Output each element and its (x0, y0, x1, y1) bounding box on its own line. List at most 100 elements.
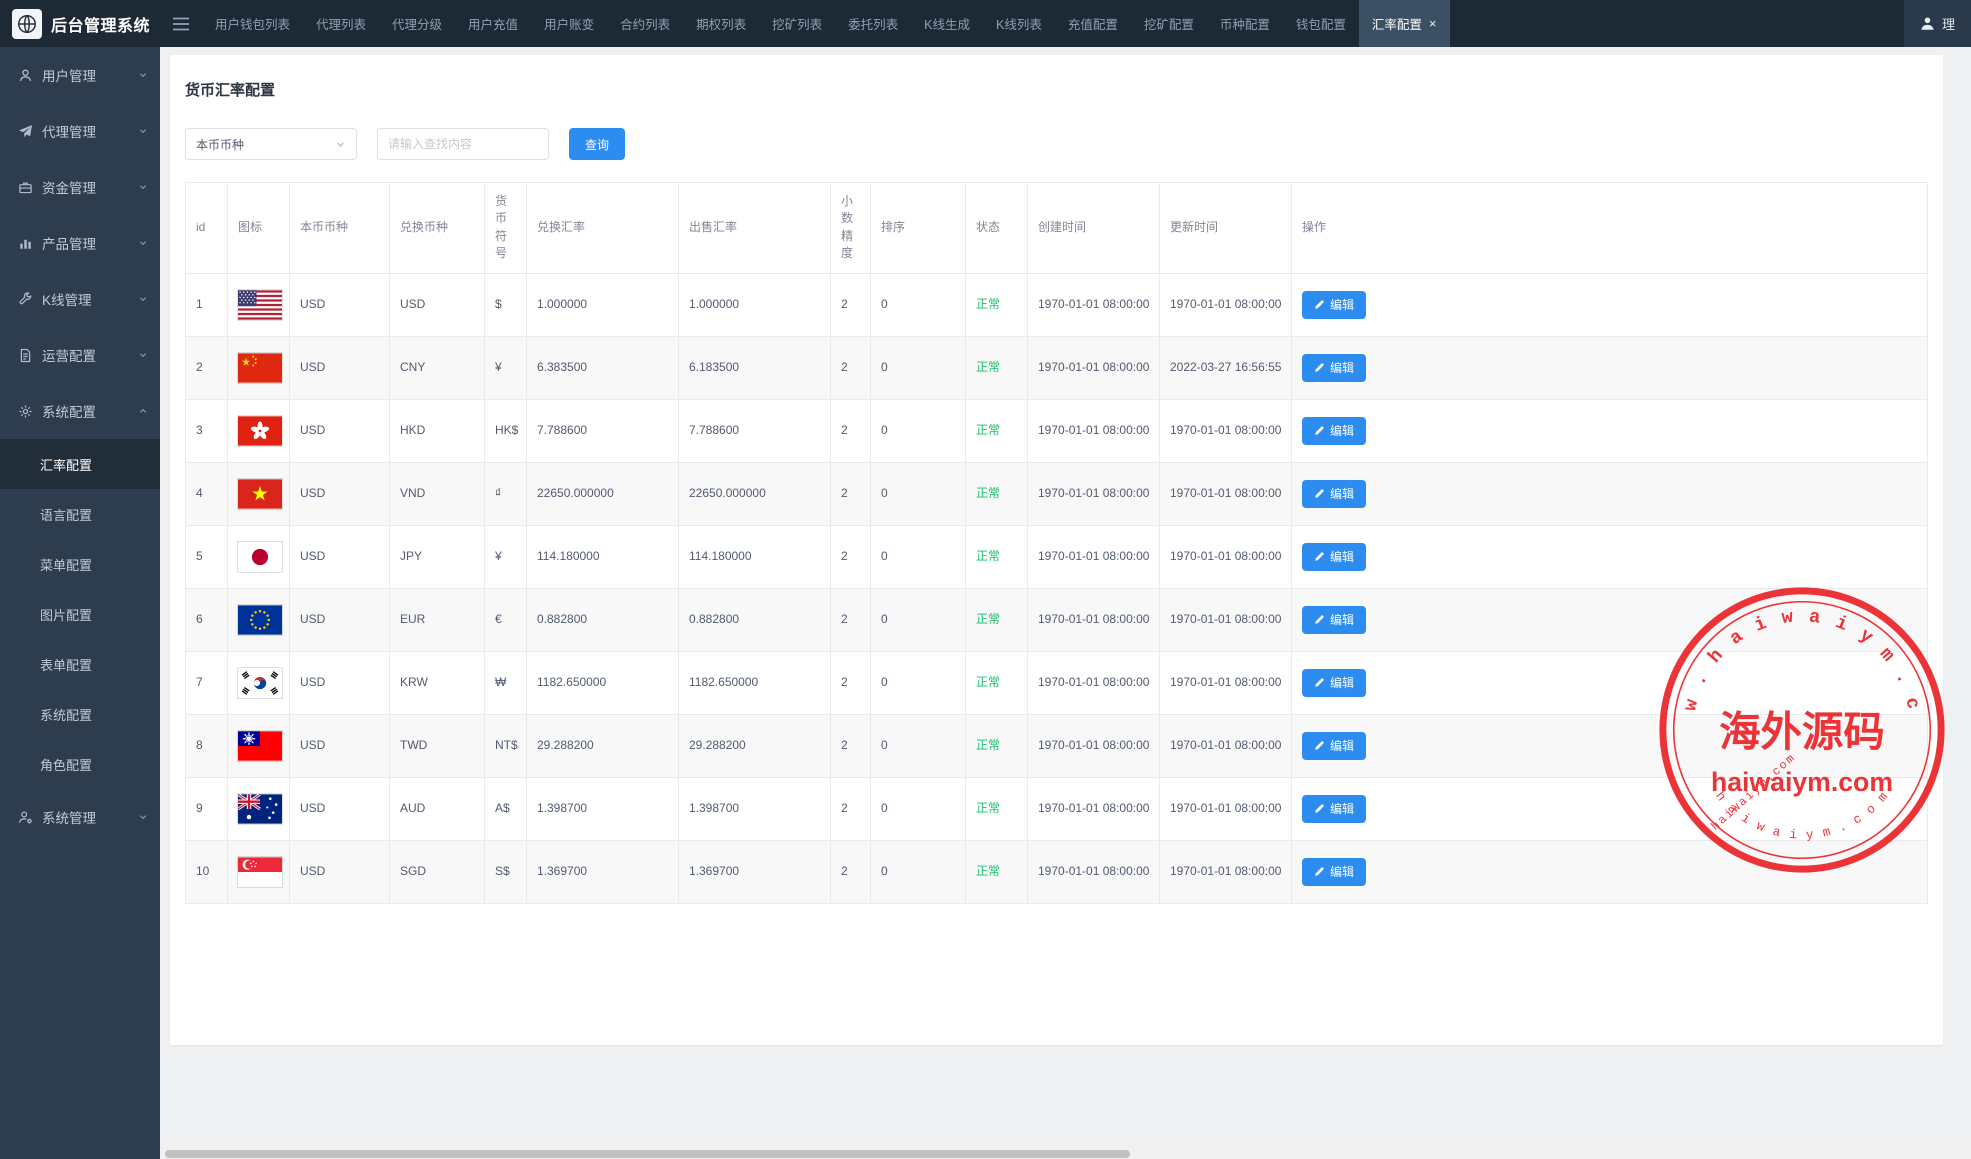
flag-sg-icon (238, 857, 282, 887)
tab-delegate-list[interactable]: 委托列表 (835, 0, 911, 47)
col-header-1: 图标 (228, 183, 290, 274)
tab-kline-list[interactable]: K线列表 (983, 0, 1055, 47)
cell-rate: 0.882800 (527, 588, 679, 651)
chevron-down-icon (138, 812, 148, 822)
tab-user-recharge[interactable]: 用户充值 (455, 0, 531, 47)
sidebar-item-system-mgmt[interactable]: 系统管理 (0, 789, 160, 845)
tab-recharge-config[interactable]: 充值配置 (1055, 0, 1131, 47)
col-header-7: 小数精度 (831, 183, 871, 274)
cell-sell-rate: 1182.650000 (679, 651, 831, 714)
sidebar-item-user-mgmt[interactable]: 用户管理 (0, 47, 160, 103)
sidebar-subitem-language-config[interactable]: 语言配置 (0, 489, 160, 539)
cell-sort: 0 (871, 588, 966, 651)
search-button[interactable]: 查询 (569, 128, 625, 160)
edit-button[interactable]: 编辑 (1302, 291, 1366, 319)
cell-base-currency: USD (290, 840, 390, 903)
sidebar-item-label: 系统管理 (42, 807, 129, 827)
status-badge: 正常 (976, 486, 1000, 500)
edit-button[interactable]: 编辑 (1302, 732, 1366, 760)
edit-button[interactable]: 编辑 (1302, 669, 1366, 697)
tab-user-account-change[interactable]: 用户账变 (531, 0, 607, 47)
edit-button[interactable]: 编辑 (1302, 354, 1366, 382)
cell-sell-rate: 114.180000 (679, 525, 831, 588)
tab-agent-level[interactable]: 代理分级 (379, 0, 455, 47)
cell-sort: 0 (871, 525, 966, 588)
cell-id: 7 (186, 651, 228, 714)
sidebar-subitem-image-config[interactable]: 图片配置 (0, 589, 160, 639)
sidebar-item-system-config[interactable]: 系统配置 (0, 383, 160, 439)
cell-sort: 0 (871, 273, 966, 336)
wrench-icon (18, 292, 33, 307)
horizontal-scrollbar-thumb[interactable] (165, 1150, 1130, 1158)
cell-quote-currency: SGD (390, 840, 485, 903)
tab-wallet-list[interactable]: 用户钱包列表 (202, 0, 303, 47)
cell-sell-rate: 22650.000000 (679, 462, 831, 525)
status-badge: 正常 (976, 801, 1000, 815)
brand: 后台管理系统 (0, 0, 160, 47)
user-menu[interactable]: 理 (1904, 0, 1971, 47)
cell-created: 1970-01-01 08:00:00 (1028, 588, 1160, 651)
sidebar-item-product-mgmt[interactable]: 产品管理 (0, 215, 160, 271)
cell-quote-currency: KRW (390, 651, 485, 714)
sidebar-subitem-rate-config[interactable]: 汇率配置 (0, 439, 160, 489)
status-badge: 正常 (976, 360, 1000, 374)
cell-precision: 2 (831, 399, 871, 462)
cell-id: 9 (186, 777, 228, 840)
cell-quote-currency: AUD (390, 777, 485, 840)
flag-cn-icon (238, 353, 282, 383)
cell-precision: 2 (831, 462, 871, 525)
cell-created: 1970-01-01 08:00:00 (1028, 462, 1160, 525)
sidebar-item-operation-config[interactable]: 运营配置 (0, 327, 160, 383)
tab-option-list[interactable]: 期权列表 (683, 0, 759, 47)
cell-rate: 1.398700 (527, 777, 679, 840)
tab-kline-generate[interactable]: K线生成 (911, 0, 983, 47)
tab-agent-list[interactable]: 代理列表 (303, 0, 379, 47)
tab-currency-config[interactable]: 币种配置 (1207, 0, 1283, 47)
cell-sell-rate: 29.288200 (679, 714, 831, 777)
flag-au-icon (238, 794, 282, 824)
tab-bar: 用户钱包列表代理列表代理分级用户充值用户账变合约列表期权列表挖矿列表委托列表K线… (202, 0, 1904, 47)
edit-button[interactable]: 编辑 (1302, 795, 1366, 823)
tab-mining-list[interactable]: 挖矿列表 (759, 0, 835, 47)
edit-button[interactable]: 编辑 (1302, 480, 1366, 508)
edit-button[interactable]: 编辑 (1302, 606, 1366, 634)
tab-label: 挖矿列表 (772, 14, 822, 33)
sidebar-item-label: 运营配置 (42, 345, 129, 365)
edit-button[interactable]: 编辑 (1302, 543, 1366, 571)
cell-updated: 1970-01-01 08:00:00 (1160, 462, 1292, 525)
edit-button[interactable]: 编辑 (1302, 417, 1366, 445)
sidebar-item-agent-mgmt[interactable]: 代理管理 (0, 103, 160, 159)
cell-symbol: ¥ (485, 336, 527, 399)
sidebar-subitem-menu-config[interactable]: 菜单配置 (0, 539, 160, 589)
cell-sort: 0 (871, 336, 966, 399)
sidebar-subitem-role-config[interactable]: 角色配置 (0, 739, 160, 789)
col-header-12: 操作 (1292, 183, 1928, 274)
cell-created: 1970-01-01 08:00:00 (1028, 840, 1160, 903)
cell-rate: 22650.000000 (527, 462, 679, 525)
collapse-menu-icon[interactable] (160, 0, 202, 47)
table-row: 9USDAUDA$1.3987001.39870020正常1970-01-01 … (186, 777, 1928, 840)
cell-sell-rate: 1.369700 (679, 840, 831, 903)
table-row: 1USDUSD$1.0000001.00000020正常1970-01-01 0… (186, 273, 1928, 336)
tab-contract-list[interactable]: 合约列表 (607, 0, 683, 47)
chevron-up-icon (138, 406, 148, 416)
cell-rate: 6.383500 (527, 336, 679, 399)
cell-base-currency: USD (290, 651, 390, 714)
tab-rate-config[interactable]: 汇率配置× (1359, 0, 1450, 47)
sidebar-item-kline-mgmt[interactable]: K线管理 (0, 271, 160, 327)
horizontal-scrollbar[interactable] (160, 1149, 1971, 1159)
cell-precision: 2 (831, 273, 871, 336)
sidebar-subitem-form-config[interactable]: 表单配置 (0, 639, 160, 689)
filter-bar: 本币币种 查询 (185, 128, 1928, 160)
sidebar-subitem-system-config-sub[interactable]: 系统配置 (0, 689, 160, 739)
cell-created: 1970-01-01 08:00:00 (1028, 273, 1160, 336)
cell-sell-rate: 7.788600 (679, 399, 831, 462)
base-currency-select[interactable]: 本币币种 (185, 128, 357, 160)
sidebar-item-fund-mgmt[interactable]: 资金管理 (0, 159, 160, 215)
close-tab-icon[interactable]: × (1429, 17, 1437, 30)
tab-wallet-config[interactable]: 钱包配置 (1283, 0, 1359, 47)
edit-button[interactable]: 编辑 (1302, 858, 1366, 886)
cell-created: 1970-01-01 08:00:00 (1028, 336, 1160, 399)
search-input[interactable] (377, 128, 549, 160)
tab-mining-config[interactable]: 挖矿配置 (1131, 0, 1207, 47)
